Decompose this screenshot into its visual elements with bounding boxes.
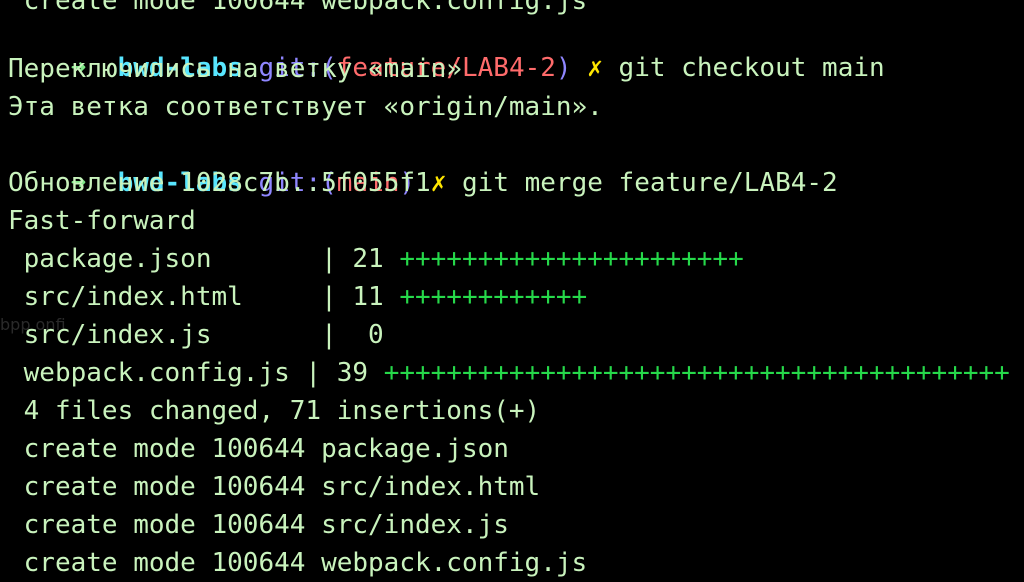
create-mode-line: create mode 100644 src/index.html (8, 472, 541, 502)
prompt-git-suffix: ) (555, 53, 572, 83)
diffstat-file: src/index.js | 0 (8, 320, 384, 350)
terminal-window[interactable]: create mode 100644 webpack.config.js ➜ b… (0, 0, 1024, 582)
terminal-output-line: Fast-forward (8, 206, 196, 236)
command-text: git merge feature/LAB4-2 (462, 168, 838, 198)
dirty-mark-icon: ✗ (430, 168, 447, 198)
prompt-line: ➜ bwd-labs git:(feature/LAB4-2) ✗ git ch… (8, 11, 885, 83)
diffstat-file: webpack.config.js | 39 (8, 358, 384, 388)
diffstat-row: package.json | 21 ++++++++++++++++++++++ (8, 240, 744, 278)
diffstat-plus-bar: ++++++++++++ (399, 282, 588, 312)
command-text: git checkout main (618, 53, 885, 83)
create-mode-line: create mode 100644 src/index.js (8, 510, 509, 540)
create-mode-line: create mode 100644 webpack.config.js (8, 548, 588, 578)
diffstat-plus-bar: ++++++++++++++++++++++ (399, 244, 744, 274)
diffstat-row: webpack.config.js | 39 +++++++++++++++++… (8, 354, 1010, 392)
diffstat-plus-bar: ++++++++++++++++++++++++++++++++++++++++ (383, 358, 1010, 388)
diffstat-summary: 4 files changed, 71 insertions(+) (8, 396, 541, 426)
diffstat-row: src/index.html | 11 ++++++++++++ (8, 278, 588, 316)
terminal-output-line: Переключились на ветку «main» (8, 54, 462, 84)
dirty-mark-icon: ✗ (587, 53, 603, 83)
diffstat-row: src/index.js | 0 (8, 316, 384, 354)
terminal-output-line: Обновление 1028c7b..5f055f1 (8, 168, 431, 198)
diffstat-file: package.json | 21 (8, 244, 400, 274)
create-mode-line: create mode 100644 package.json (8, 434, 509, 464)
prompt-line: ➜ bwd-labs git:(main) ✗ git merge featur… (8, 126, 838, 198)
terminal-output-line: Эта ветка соответствует «origin/main». (8, 92, 603, 122)
diffstat-file: src/index.html | 11 (8, 282, 400, 312)
